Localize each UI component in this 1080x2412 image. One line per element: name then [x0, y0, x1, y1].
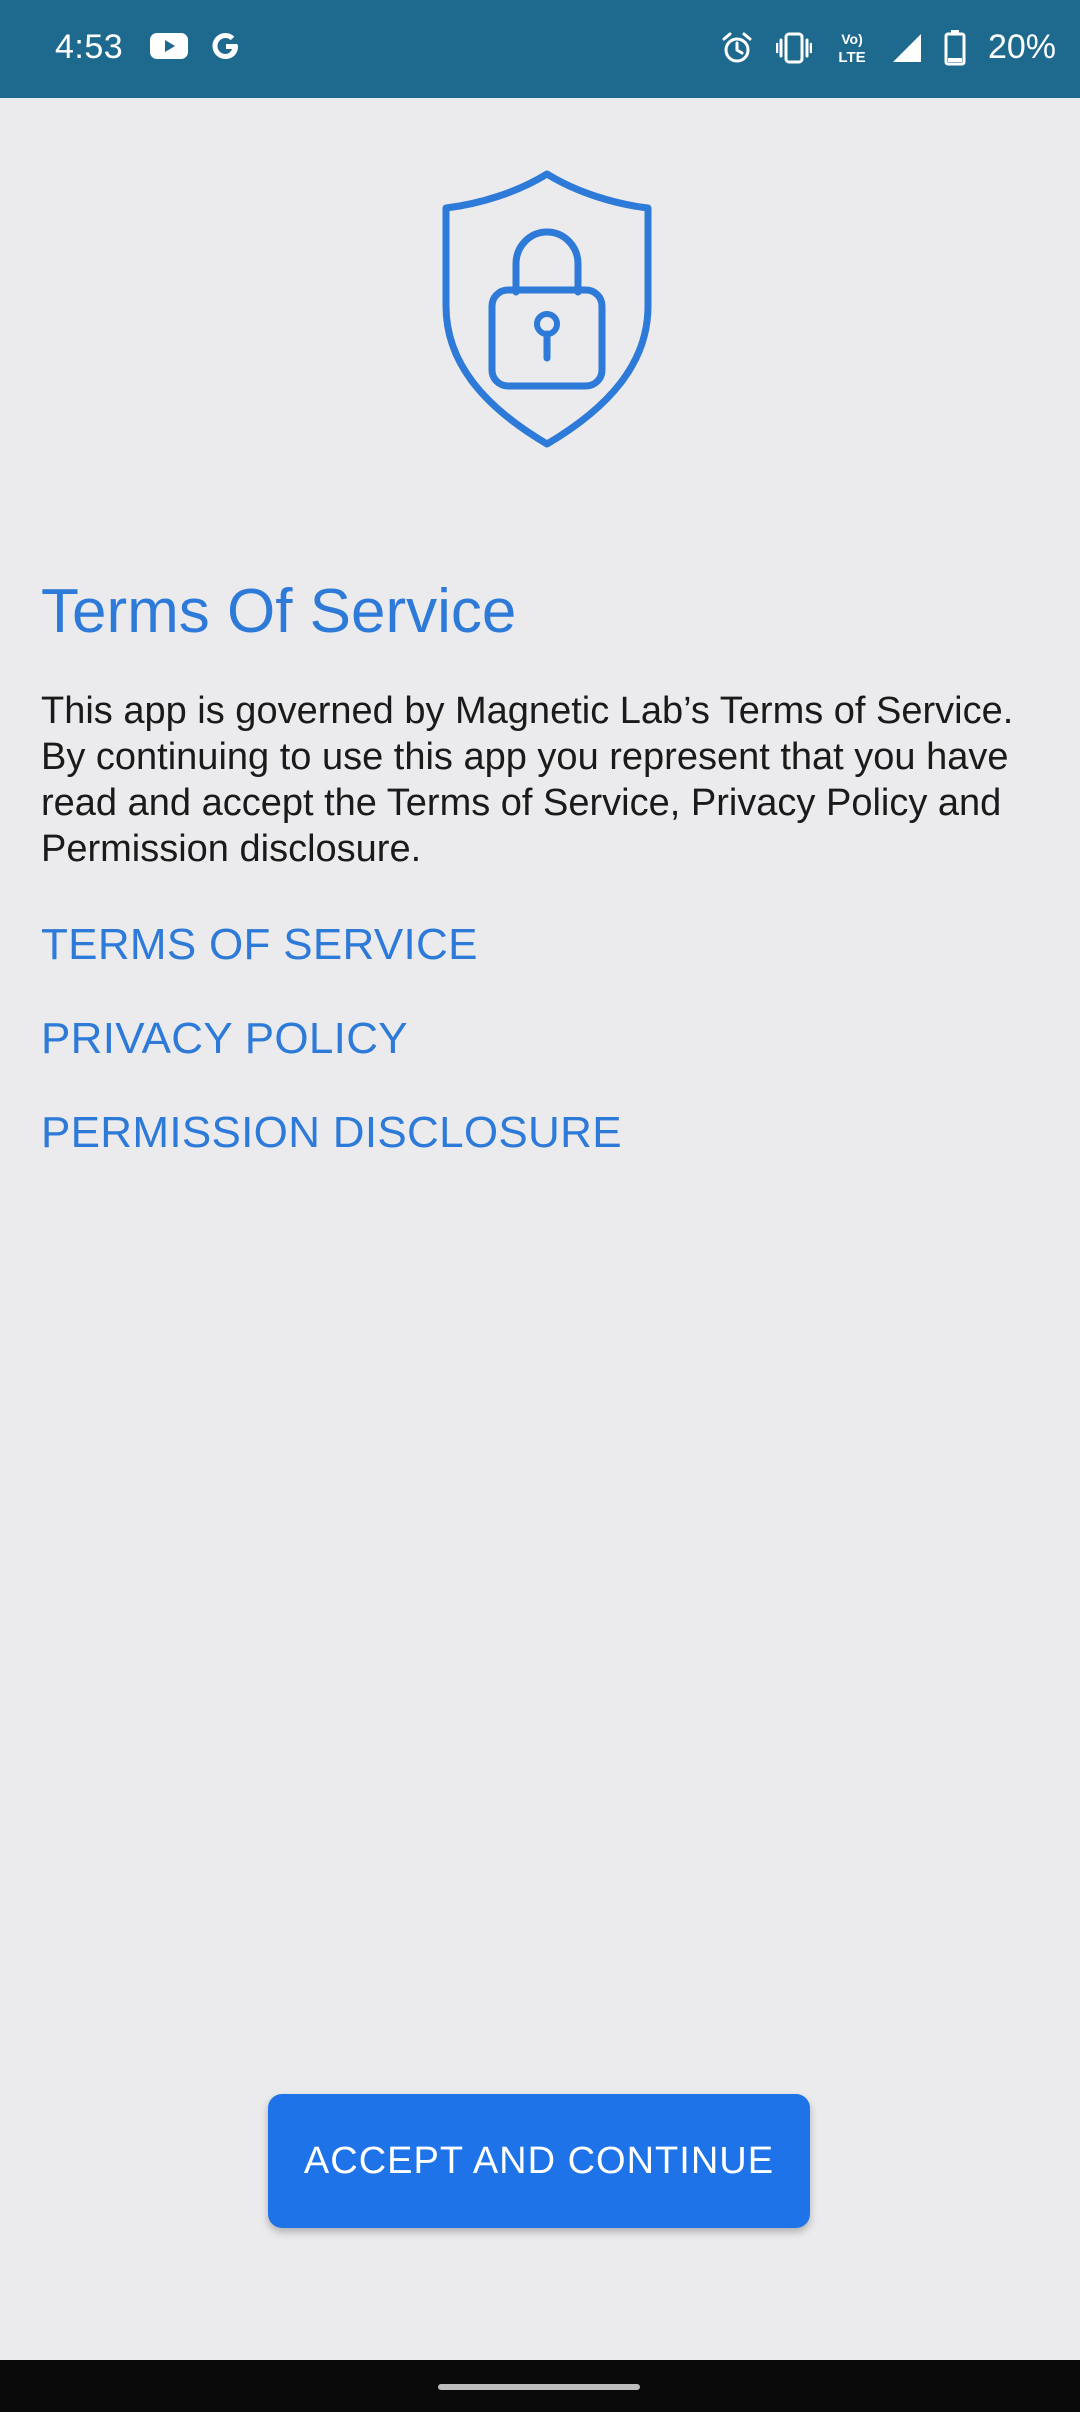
shield-lock-icon	[438, 168, 656, 448]
permission-disclosure-link[interactable]: PERMISSION DISCLOSURE	[41, 1108, 622, 1158]
privacy-policy-link[interactable]: PRIVACY POLICY	[41, 1014, 408, 1064]
notification-icons	[150, 30, 242, 62]
battery-icon	[944, 29, 966, 66]
system-icons: Vo) LTE 20%	[720, 28, 1056, 67]
volte-icon: Vo) LTE	[834, 29, 870, 67]
signal-icon	[892, 33, 922, 63]
youtube-icon	[150, 31, 188, 61]
status-time: 4:53	[55, 28, 124, 66]
terms-of-service-link[interactable]: TERMS OF SERVICE	[41, 920, 478, 970]
vibrate-icon	[775, 31, 812, 65]
volte-label-bottom: LTE	[838, 49, 865, 66]
navigation-bar	[0, 2360, 1080, 2412]
accept-and-continue-button[interactable]: ACCEPT AND CONTINUE	[268, 2094, 810, 2228]
home-indicator[interactable]	[438, 2384, 640, 2390]
alarm-icon	[720, 31, 754, 65]
google-icon	[210, 30, 242, 62]
battery-percent: 20%	[987, 28, 1056, 66]
volte-label-top: Vo)	[841, 31, 863, 47]
page-title: Terms Of Service	[41, 577, 517, 646]
status-bar: 4:53 Vo) LTE 20%	[0, 0, 1080, 98]
terms-screen: Terms Of Service This app is governed by…	[0, 98, 1080, 2360]
terms-description: This app is governed by Magnetic Lab’s T…	[41, 690, 1014, 870]
